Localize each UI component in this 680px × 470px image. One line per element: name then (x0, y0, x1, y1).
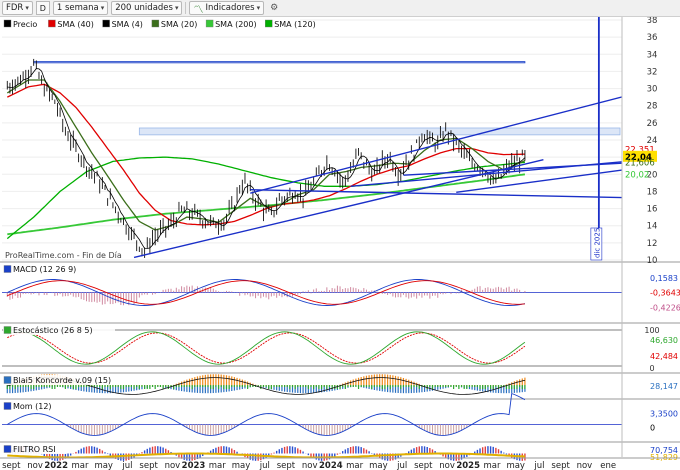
time-tick-label: jul (533, 461, 544, 470)
legend-swatch (205, 19, 214, 28)
legend-label: SMA (200) (215, 20, 257, 29)
legend-swatch (265, 19, 273, 28)
time-tick-label: sept (2, 461, 21, 470)
panel-swatch (3, 402, 12, 410)
time-tick-label: 2025 (456, 461, 480, 470)
time-tick-label: nov (165, 461, 181, 470)
panel-title: Blai5 Koncorde v.09 (15) (13, 376, 111, 385)
legend: Precio SMA (40) SMA (4) SMA (20) SMA (200) SM… (2, 18, 316, 29)
chart-canvas: dic 2025 ProRealTime.com - Fin de Día MAC… (0, 17, 680, 470)
toolbar-divider (185, 2, 187, 14)
symbol-selector[interactable]: FDR ▾ (2, 1, 33, 15)
mode-letter: D (39, 3, 46, 13)
price-tick-label: 30 (647, 85, 658, 95)
price-tick-label: 38 (647, 17, 658, 26)
panel-tick-label: 0 (649, 364, 654, 373)
panel-value-label: 42,484 (650, 352, 678, 361)
units-label: 200 unidades (115, 3, 173, 13)
time-tick-label: jul (121, 461, 132, 470)
legend-label: SMA (40) (57, 20, 93, 29)
symbol-label: FDR (6, 3, 24, 13)
chart-background (0, 17, 680, 470)
time-tick-label: may (506, 461, 525, 470)
price-tick-label: 10 (647, 256, 658, 266)
price-tick-label: 32 (647, 67, 658, 77)
legend-swatch (151, 19, 160, 28)
legend-swatch (48, 19, 56, 28)
chevron-down-icon: ▾ (100, 4, 105, 12)
time-tick-label: jul (259, 461, 270, 470)
panel-value-label: 28,147 (650, 382, 678, 391)
time-tick-label: nov (302, 461, 318, 470)
price-badge-label: 21,606 (625, 158, 655, 168)
time-tick-label: nov (439, 461, 455, 470)
panel-title: FILTRO RSI (13, 445, 56, 454)
legend-swatch (3, 19, 12, 28)
price-tick-label: 16 (647, 205, 658, 215)
time-tick-label: sept (139, 461, 158, 470)
settings-gear-icon[interactable]: ⚙ (267, 1, 281, 15)
source-note: ProRealTime.com - Fin de Día (5, 251, 122, 260)
indicators-label: Indicadores (205, 3, 255, 13)
price-tick-label: 36 (647, 33, 658, 43)
panel-value-label: 0 (650, 423, 655, 432)
panel-value-label: 3,3500 (650, 410, 678, 419)
time-tick-label: jul (396, 461, 407, 470)
legend-label: Precio (13, 20, 37, 29)
indicators-button[interactable]: 〽 Indicadores ▾ (189, 1, 265, 16)
price-tick-label: 18 (647, 187, 658, 197)
time-tick-label: sept (414, 461, 433, 470)
time-tick-label: ene (600, 461, 616, 470)
units-selector[interactable]: 200 unidades ▾ (111, 1, 183, 15)
time-tick-label: nov (577, 461, 593, 470)
panel-swatch (3, 445, 12, 453)
time-tick-label: 2022 (44, 461, 68, 470)
legend-label: SMA (120) (274, 20, 316, 29)
panel-title: MACD (12 26 9) (13, 265, 76, 274)
panel-tick-label: 100 (644, 326, 659, 335)
chevron-down-icon: ▾ (174, 4, 179, 12)
time-tick-label: nov (27, 461, 43, 470)
panel-value-label: -0,3643 (650, 289, 680, 298)
panel-swatch (3, 265, 12, 273)
time-tick-label: mar (209, 461, 226, 470)
time-tick-label: 2023 (182, 461, 206, 470)
resistance-zone (138, 127, 621, 136)
resistance-zone (33, 61, 526, 64)
time-tick-label: sept (277, 461, 296, 470)
time-tick-label: mar (346, 461, 363, 470)
panel-value-label: 46,630 (650, 336, 678, 345)
legend-label: SMA (20) (161, 20, 197, 29)
legend-label: SMA (4) (112, 20, 143, 29)
price-tick-label: 34 (647, 50, 658, 60)
chart-toolbar: FDR ▾ D 1 semana ▾ 200 unidades ▾ 〽 Indi… (0, 0, 680, 17)
panel-swatch (3, 326, 12, 334)
vertical-note-label: dic 2025 (593, 228, 601, 258)
panel-value-label: -0,4226 (650, 303, 680, 312)
time-tick-label: sept (551, 461, 570, 470)
timeframe-selector[interactable]: 1 semana ▾ (52, 1, 109, 15)
chevron-down-icon: ▾ (256, 4, 261, 12)
time-tick-label: mar (483, 461, 500, 470)
panel-value-label: 0,1583 (650, 274, 678, 283)
panel-swatch (3, 376, 12, 384)
grid (0, 17, 680, 470)
panel-title: Mom (12) (13, 402, 52, 411)
time-tick-label: 2024 (319, 461, 343, 470)
time-tick-label: may (94, 461, 113, 470)
chevron-down-icon: ▾ (25, 4, 29, 12)
indicators-icon: 〽 (193, 4, 204, 16)
time-tick-label: may (369, 461, 388, 470)
price-tick-label: 14 (647, 222, 658, 232)
time-tick-label: mar (71, 461, 88, 470)
price-badge-label: 20,02 (625, 170, 649, 180)
panel-title: Estocástico (26 8 5) (13, 326, 93, 335)
mode-button[interactable]: D (35, 1, 50, 15)
price-tick-label: 28 (647, 102, 658, 112)
time-tick-label: may (232, 461, 251, 470)
legend-swatch (102, 19, 110, 28)
price-tick-label: 26 (647, 119, 658, 129)
price-tick-label: 12 (647, 239, 658, 249)
timeframe-label: 1 semana (56, 3, 99, 13)
